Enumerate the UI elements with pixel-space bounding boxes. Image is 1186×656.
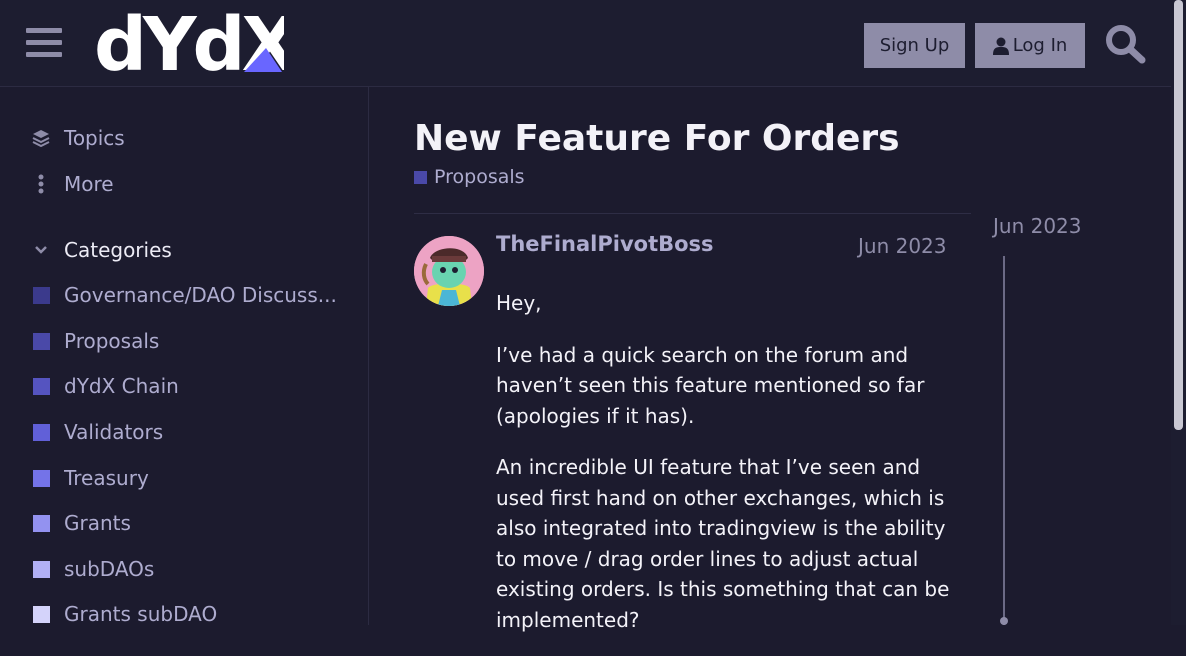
avatar[interactable] xyxy=(414,236,484,306)
category-label: Proposals xyxy=(64,329,160,353)
user-icon xyxy=(992,37,1009,55)
dydx-logo[interactable]: dYdX xyxy=(94,2,302,88)
categories-toggle[interactable]: Categories xyxy=(32,235,172,265)
sign-up-button[interactable]: Sign Up xyxy=(864,23,965,68)
category-label: Grants subDAO xyxy=(64,602,218,626)
sidebar-category-dydx-chain[interactable]: dYdX Chain xyxy=(33,371,343,401)
topic-category-badge[interactable]: Proposals xyxy=(414,166,525,188)
layers-icon xyxy=(32,129,50,147)
category-label: Validators xyxy=(64,420,164,444)
timeline-start-date[interactable]: Jun 2023 xyxy=(993,214,1082,238)
category-color-square xyxy=(33,286,50,304)
post-paragraph: I’ve had a quick search on the forum and… xyxy=(496,342,925,428)
page-scrollbar[interactable] xyxy=(1171,0,1186,625)
log-in-label: Log In xyxy=(1012,35,1068,56)
timeline-scroll-track[interactable] xyxy=(1003,256,1005,625)
sidebar-category-validators[interactable]: Validators xyxy=(33,417,343,447)
sidebar-item-label: Topics xyxy=(64,126,125,150)
category-color-square xyxy=(33,560,50,578)
sidebar-item-label: More xyxy=(64,172,114,196)
post-username[interactable]: TheFinalPivotBoss xyxy=(496,232,714,256)
timeline-handle[interactable] xyxy=(1000,617,1008,625)
sidebar-category-treasury[interactable]: Treasury xyxy=(33,463,343,493)
category-color-square xyxy=(33,377,50,395)
log-in-button[interactable]: Log In xyxy=(975,23,1085,68)
category-label: Governance/DAO Discuss... xyxy=(64,283,337,307)
category-label: dYdX Chain xyxy=(64,374,179,398)
categories-heading: Categories xyxy=(64,238,172,262)
sidebar-category-proposals[interactable]: Proposals xyxy=(33,326,343,356)
search-icon[interactable] xyxy=(1105,24,1147,64)
sidebar-item-more[interactable]: More xyxy=(32,169,114,199)
sidebar-category-subdaos[interactable]: subDAOs xyxy=(33,554,343,584)
category-color-square xyxy=(33,605,50,623)
topic-category-label: Proposals xyxy=(434,166,525,188)
sidebar-item-topics[interactable]: Topics xyxy=(32,123,125,153)
category-color-square xyxy=(33,332,50,350)
site-header: dYdX Sign Up Log In xyxy=(0,0,1171,88)
post-body: Hey, I’ve had a quick search on the foru… xyxy=(496,288,956,656)
vertical-ellipsis-icon xyxy=(32,174,50,194)
post-date[interactable]: Jun 2023 xyxy=(858,234,947,258)
scrollbar-thumb[interactable] xyxy=(1174,0,1183,430)
sidebar: Topics More Categories Governance/DAO Di… xyxy=(0,87,369,626)
post-paragraph: An incredible UI feature that I’ve seen … xyxy=(496,455,950,632)
category-color-square xyxy=(33,469,50,487)
sidebar-category-governance[interactable]: Governance/DAO Discuss... xyxy=(33,280,343,310)
category-label: Treasury xyxy=(64,466,149,490)
topic-title[interactable]: New Feature For Orders xyxy=(414,118,900,159)
post-paragraph: Hey, xyxy=(496,291,542,315)
category-label: subDAOs xyxy=(64,557,155,581)
topic-divider xyxy=(414,213,971,214)
category-color-square xyxy=(414,170,427,184)
category-label: Grants xyxy=(64,511,131,535)
chevron-down-icon xyxy=(32,245,50,255)
sidebar-category-grants[interactable]: Grants xyxy=(33,508,343,538)
category-color-square xyxy=(33,514,50,532)
category-color-square xyxy=(33,423,50,441)
hamburger-icon[interactable] xyxy=(26,28,62,58)
